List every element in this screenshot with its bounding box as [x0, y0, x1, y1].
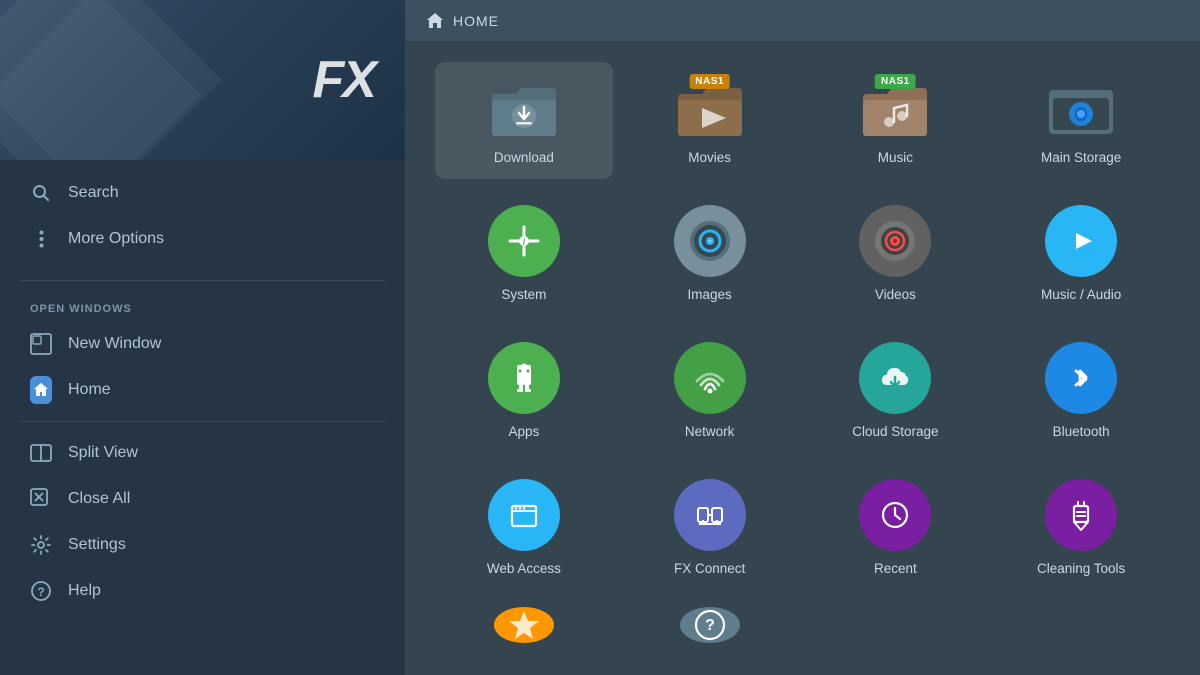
grid-item-movies[interactable]: NAS1 Movies [621, 62, 799, 179]
main-storage-label: Main Storage [1041, 150, 1121, 165]
cleaning-tools-label: Cleaning Tools [1037, 561, 1125, 576]
bluetooth-label: Bluetooth [1053, 424, 1110, 439]
main-storage-icon-wrapper [1045, 80, 1117, 140]
grid-item-partial2[interactable]: ? [621, 598, 799, 648]
sidebar-item-help[interactable]: ? Help [0, 568, 405, 614]
movies-badge: NAS1 [689, 74, 730, 89]
grid-item-videos[interactable]: Videos [807, 187, 985, 316]
grid-item-network[interactable]: Network [621, 324, 799, 453]
fx-connect-icon [674, 479, 746, 551]
grid-item-fx-connect[interactable]: FX Connect [621, 461, 799, 590]
music-icon-wrapper: NAS1 [859, 80, 931, 140]
divider-1 [20, 280, 385, 281]
home-label: Home [68, 381, 111, 399]
download-icon-wrapper [488, 80, 560, 140]
videos-label: Videos [875, 287, 916, 302]
sidebar-item-split-view[interactable]: Split View [0, 430, 405, 476]
movies-icon-wrapper: NAS1 [674, 80, 746, 140]
close-all-icon [30, 488, 52, 510]
images-label: Images [687, 287, 731, 302]
partial2-icon: ? [680, 607, 740, 643]
grid-item-web-access[interactable]: Web Access [435, 461, 613, 590]
grid-item-apps[interactable]: Apps [435, 324, 613, 453]
web-access-label: Web Access [487, 561, 561, 576]
help-icon: ? [30, 580, 52, 602]
cloud-storage-label: Cloud Storage [852, 424, 938, 439]
home-grid: Download NAS1 Movies [405, 42, 1200, 675]
sidebar-item-settings[interactable]: Settings [0, 522, 405, 568]
sidebar: FX Search More Options OPE [0, 0, 405, 675]
grid-item-music-audio[interactable]: Music / Audio [992, 187, 1170, 316]
search-label: Search [68, 184, 119, 202]
svg-text:?: ? [705, 617, 715, 634]
music-folder-label: Music [878, 150, 913, 165]
images-icon [674, 205, 746, 277]
grid-item-cloud-storage[interactable]: Cloud Storage [807, 324, 985, 453]
network-icon [674, 342, 746, 414]
sidebar-top-menu: Search More Options [0, 160, 405, 272]
cleaning-tools-icon [1045, 479, 1117, 551]
music-badge: NAS1 [875, 74, 916, 89]
svg-text:?: ? [37, 585, 44, 599]
more-options-label: More Options [68, 230, 164, 248]
bluetooth-icon [1045, 342, 1117, 414]
fx-connect-label: FX Connect [674, 561, 745, 576]
close-all-label: Close All [68, 490, 130, 508]
grid-item-download[interactable]: Download [435, 62, 613, 179]
music-audio-label: Music / Audio [1041, 287, 1121, 302]
window-icon [30, 333, 52, 355]
grid-item-cleaning-tools[interactable]: Cleaning Tools [992, 461, 1170, 590]
main-content: HOME Download [405, 0, 1200, 675]
sidebar-item-more-options[interactable]: More Options [0, 216, 405, 262]
grid-item-bluetooth[interactable]: Bluetooth [992, 324, 1170, 453]
sidebar-logo: FX [0, 0, 405, 160]
videos-icon [859, 205, 931, 277]
divider-2 [20, 421, 385, 422]
new-window-label: New Window [68, 335, 161, 353]
apps-icon [488, 342, 560, 414]
sidebar-item-close-all[interactable]: Close All [0, 476, 405, 522]
system-label: System [501, 287, 546, 302]
music-audio-icon [1045, 205, 1117, 277]
partial1-icon [494, 607, 554, 643]
split-view-label: Split View [68, 444, 138, 462]
home-sidebar-icon [30, 379, 52, 401]
download-label: Download [494, 150, 554, 165]
settings-icon [30, 534, 52, 556]
sidebar-item-new-window[interactable]: New Window [0, 321, 405, 367]
cloud-storage-icon [859, 342, 931, 414]
help-label: Help [68, 582, 101, 600]
grid-item-partial1[interactable] [435, 598, 613, 648]
system-icon: / [488, 205, 560, 277]
recent-icon [859, 479, 931, 551]
grid-item-music[interactable]: NAS1 Music [807, 62, 985, 179]
open-windows-label: OPEN WINDOWS [0, 289, 405, 321]
search-icon [30, 182, 52, 204]
split-view-icon [30, 442, 52, 464]
grid-item-images[interactable]: Images [621, 187, 799, 316]
apps-label: Apps [508, 424, 539, 439]
settings-label: Settings [68, 536, 126, 554]
sidebar-item-search[interactable]: Search [0, 170, 405, 216]
topbar-title: HOME [453, 13, 499, 29]
grid-item-main-storage[interactable]: Main Storage [992, 62, 1170, 179]
movies-label: Movies [688, 150, 731, 165]
web-access-icon [488, 479, 560, 551]
network-label: Network [685, 424, 735, 439]
sidebar-item-home[interactable]: Home [0, 367, 405, 413]
logo-text: FX [313, 50, 375, 110]
topbar: HOME [405, 0, 1200, 42]
grid-item-system[interactable]: / System [435, 187, 613, 316]
recent-label: Recent [874, 561, 917, 576]
dots-vertical-icon [30, 228, 52, 250]
grid-item-recent[interactable]: Recent [807, 461, 985, 590]
topbar-home-icon [425, 11, 445, 31]
